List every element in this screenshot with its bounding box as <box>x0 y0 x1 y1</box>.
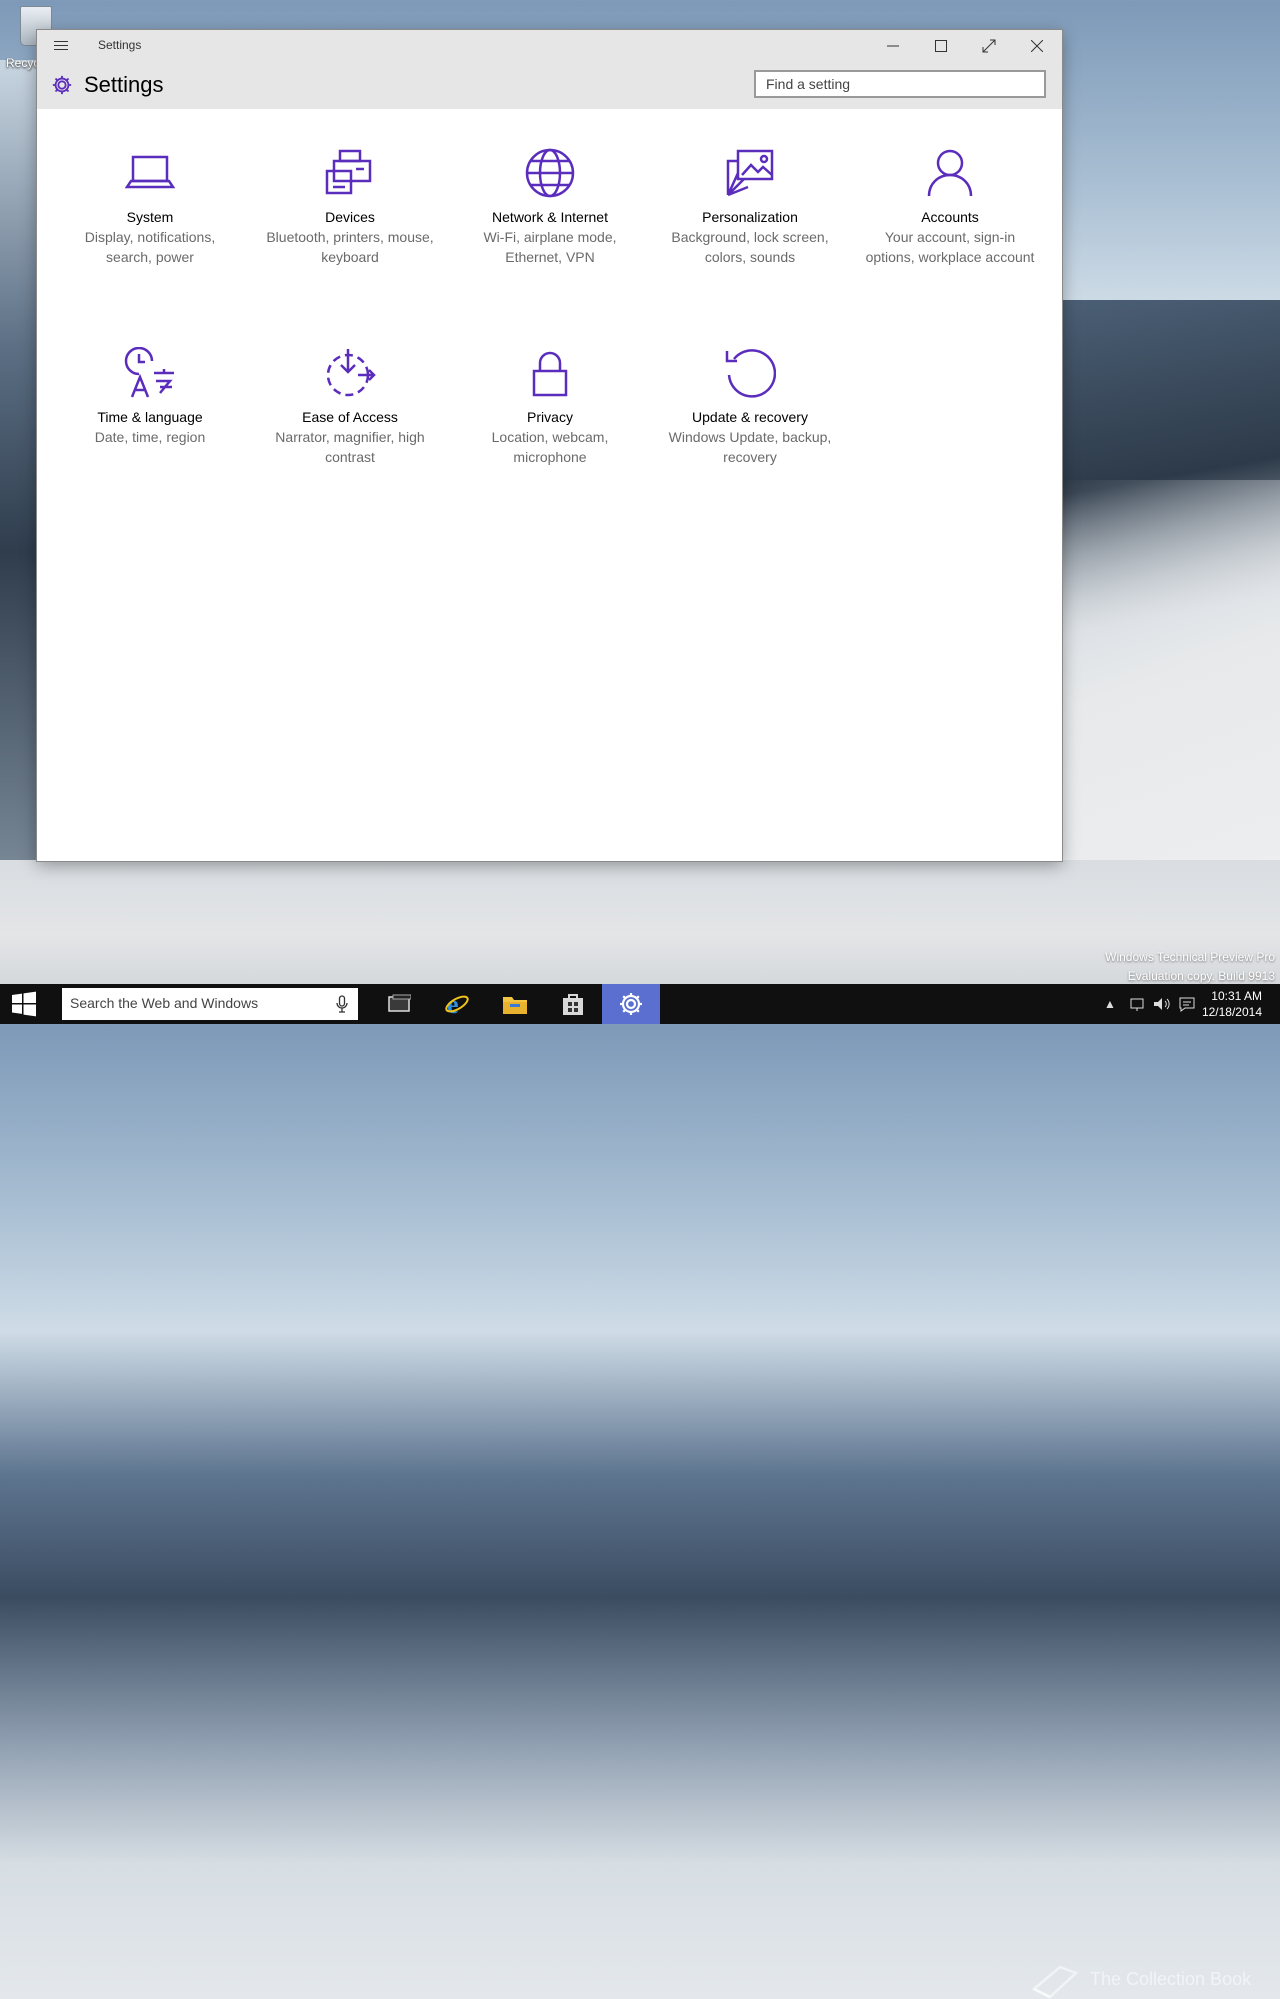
category-description: Your account, sign-in options, workplace… <box>865 229 1035 265</box>
category-name: Accounts <box>921 209 979 225</box>
time-language-icon <box>124 347 174 398</box>
file-explorer-button[interactable] <box>486 984 544 1024</box>
category-description: Bluetooth, printers, mouse, keyboard <box>266 229 434 265</box>
gear-icon <box>52 75 72 95</box>
clock[interactable]: 10:31 AM 12/18/2014 <box>1202 988 1262 1020</box>
watermark-line: Windows Technical Preview Pro <box>1105 950 1275 964</box>
store-icon <box>563 994 583 1015</box>
category-description: Windows Update, backup, recovery <box>668 429 832 465</box>
build-watermark: Windows Technical Preview Pro Evaluation… <box>1105 948 1275 986</box>
category-time-language[interactable]: Time & language Date, time, region <box>50 347 250 447</box>
page-title: Settings <box>84 72 164 97</box>
clock-date: 12/18/2014 <box>1201 1005 1262 1019</box>
category-description: Narrator, magnifier, high contrast <box>275 429 425 465</box>
category-accounts[interactable]: Accounts Your account, sign-in options, … <box>850 147 1050 267</box>
internet-explorer-icon: e <box>445 991 469 1017</box>
network-icon[interactable] <box>1128 996 1148 1012</box>
hamburger-menu-icon[interactable] <box>54 38 68 52</box>
minimize-icon <box>887 45 899 47</box>
category-description: Background, lock screen, colors, sounds <box>671 229 829 265</box>
taskbar-search-box[interactable]: Search the Web and Windows <box>62 988 358 1020</box>
book-icon <box>1031 1965 1079 1999</box>
lock-icon <box>532 351 568 397</box>
update-icon <box>725 349 776 398</box>
category-name: Update & recovery <box>692 409 808 425</box>
settings-header: Settings <box>37 62 1062 109</box>
start-button[interactable] <box>0 984 48 1024</box>
category-devices[interactable]: Devices Bluetooth, printers, mouse, keyb… <box>250 147 450 267</box>
minimize-button[interactable] <box>869 30 917 62</box>
windows-logo-icon <box>12 991 36 1017</box>
category-ease-of-access[interactable]: Ease of Access Narrator, magnifier, high… <box>250 347 450 467</box>
category-name: Personalization <box>702 209 798 225</box>
taskbar: Search the Web and Windows e The Collect… <box>0 984 1280 1999</box>
person-icon <box>927 149 973 197</box>
volume-icon[interactable] <box>1152 996 1172 1012</box>
category-personalization[interactable]: Personalization Background, lock screen,… <box>650 147 850 267</box>
category-name: Privacy <box>527 409 573 425</box>
category-name: Devices <box>325 209 375 225</box>
category-name: Network & Internet <box>492 209 608 225</box>
category-description: Date, time, region <box>94 429 206 445</box>
full-screen-icon <box>982 39 996 53</box>
task-view-icon <box>388 994 411 1012</box>
show-hidden-icons-icon[interactable]: ▲ <box>1104 997 1120 1011</box>
globe-icon <box>525 148 575 198</box>
action-center-icon[interactable] <box>1178 996 1198 1012</box>
title-bar[interactable]: Settings <box>37 30 1062 62</box>
laptop-icon <box>124 155 176 189</box>
ease-of-access-icon <box>326 349 376 397</box>
category-network-internet[interactable]: Network & Internet Wi-Fi, airplane mode,… <box>450 147 650 267</box>
category-privacy[interactable]: Privacy Location, webcam, microphone <box>450 347 650 467</box>
gear-icon <box>620 993 642 1015</box>
close-icon <box>1031 40 1043 52</box>
settings-taskbar-button[interactable] <box>602 984 660 1024</box>
maximize-icon <box>935 40 947 52</box>
category-description: Display, notifications, search, power <box>84 229 216 265</box>
window-title: Settings <box>98 38 142 52</box>
folder-icon <box>503 997 527 1014</box>
clock-time: 10:31 AM <box>1211 989 1262 1003</box>
internet-explorer-button[interactable]: e <box>428 984 486 1024</box>
find-setting-input[interactable] <box>754 70 1046 98</box>
category-update-recovery[interactable]: Update & recovery Windows Update, backup… <box>650 347 850 467</box>
maximize-button[interactable] <box>917 30 965 62</box>
category-name: Time & language <box>97 409 203 425</box>
close-button[interactable] <box>1013 30 1061 62</box>
full-screen-button[interactable] <box>965 30 1013 62</box>
desktop-snow-foreground <box>0 860 1280 984</box>
system-tray: ▲ <box>1104 984 1198 1024</box>
microphone-icon[interactable] <box>336 995 348 1013</box>
personalization-icon <box>726 149 774 197</box>
store-button[interactable] <box>544 984 602 1024</box>
category-description: Location, webcam, microphone <box>491 429 609 465</box>
category-name: Ease of Access <box>302 409 398 425</box>
taskbar-search-placeholder: Search the Web and Windows <box>70 995 259 1011</box>
collection-book-text: The Collection Book <box>1090 1968 1252 1989</box>
category-description: Wi-Fi, airplane mode, Ethernet, VPN <box>483 229 617 265</box>
category-system[interactable]: System Display, notifications, search, p… <box>50 147 250 267</box>
task-view-button[interactable] <box>370 984 428 1024</box>
collection-book-overlay: The Collection Book <box>1030 1959 1251 1999</box>
category-name: System <box>126 209 174 225</box>
settings-window: Settings Settings Find a setting System … <box>37 30 1062 861</box>
devices-icon <box>325 149 372 195</box>
